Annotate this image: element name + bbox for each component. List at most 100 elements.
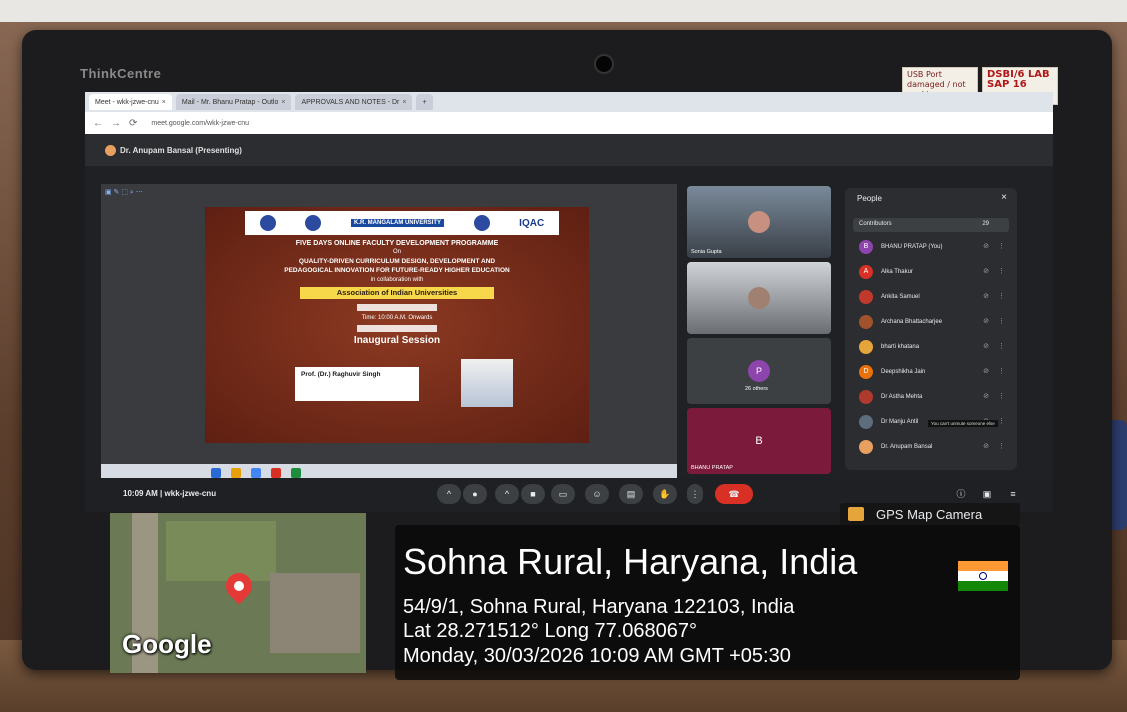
captions-icon[interactable]: ▭ [551, 484, 575, 504]
speaker-name: Prof. (Dr.) Raghuvir Singh [301, 371, 381, 378]
presenter-bar: Dr. Anupam Bansal (Presenting) [85, 134, 1053, 166]
folder-icon[interactable] [231, 468, 241, 478]
mic-off-icon[interactable]: ⊘ [983, 292, 989, 300]
slide-collab: in collaboration with [370, 277, 424, 283]
more-options-icon[interactable]: ⋮ [998, 442, 1005, 450]
more-options-icon[interactable]: ⋮ [998, 317, 1005, 325]
participant-name: Dr Astha Mehta [881, 394, 923, 400]
mic-icon[interactable]: ● [463, 484, 487, 504]
mic-off-icon[interactable]: ⊘ [983, 442, 989, 450]
more-options-icon[interactable]: ⋮ [687, 484, 703, 504]
map-field [166, 521, 276, 581]
more-options-icon[interactable]: ⋮ [998, 242, 1005, 250]
self-tile[interactable]: B BHANU PRATAP [687, 408, 831, 474]
reload-icon[interactable]: ⟳ [129, 118, 137, 129]
tab-mail[interactable]: Mail - Mr. Bhanu Pratap - Outlo × [175, 94, 292, 110]
activities-icon[interactable]: ≡ [1001, 484, 1025, 504]
slide-on: On [392, 249, 401, 255]
participant-video [748, 287, 770, 309]
camera-icon[interactable]: ■ [521, 484, 545, 504]
contributors-section[interactable]: Contributors 29 [853, 218, 1009, 232]
datetime: Monday, 30/03/2026 10:09 AM GMT +05:30 [403, 645, 791, 667]
mic-options-button[interactable]: ^ [437, 484, 461, 504]
end-call-button[interactable]: ☎ [715, 484, 753, 504]
meeting-time: 10:09 AM [123, 489, 158, 498]
participant-tile[interactable] [687, 262, 831, 334]
more-options-icon[interactable]: ⋮ [998, 267, 1005, 275]
participant-video [748, 211, 770, 233]
slide-topic-line: QUALITY-DRIVEN CURRICULUM DESIGN, DEVELO… [298, 258, 496, 265]
mic-off-icon[interactable]: ⊘ [983, 267, 989, 275]
presentation-slide: K.R. MANGALAM UNIVERSITY IQAC FIVE DAYS … [205, 207, 589, 443]
more-options-icon[interactable]: ⋮ [998, 367, 1005, 375]
speaker-photo [461, 359, 513, 407]
mic-off-icon[interactable]: ⊘ [983, 242, 989, 250]
tab-meet[interactable]: Meet - wkk-jzwe-cnu × [89, 94, 172, 110]
participant-row[interactable]: bharti khatana ⊘ ⋮ [859, 336, 1009, 358]
app-icon[interactable] [291, 468, 301, 478]
app-icon[interactable] [271, 468, 281, 478]
more-options-icon[interactable]: ⋮ [998, 417, 1005, 425]
logo-icon [259, 215, 276, 231]
info-icon[interactable]: ⓘ [949, 484, 973, 504]
participant-row[interactable]: B BHANU PRATAP (You) ⊘ ⋮ [859, 236, 1009, 258]
address: 54/9/1, Sohna Rural, Haryana 122103, Ind… [403, 596, 795, 618]
presenter-name: Dr. Anupam Bansal (Presenting) [120, 146, 242, 155]
mic-off-icon[interactable]: ⊘ [983, 367, 989, 375]
participant-tile[interactable]: Sonia Gupta [687, 186, 831, 258]
close-icon[interactable]: × [162, 99, 166, 106]
tab-approvals[interactable]: APPROVALS AND NOTES - Dr × [295, 94, 413, 110]
avatar [859, 390, 873, 404]
participant-row[interactable]: D Deepshikha Jain ⊘ ⋮ [859, 361, 1009, 383]
google-logo: Google [122, 629, 212, 659]
close-icon[interactable]: × [1001, 192, 1007, 203]
logo-icon [305, 215, 322, 231]
slide-session: Inaugural Session [353, 335, 441, 346]
participant-row[interactable]: A Alka Thakur ⊘ ⋮ [859, 261, 1009, 283]
back-icon[interactable]: ← [93, 118, 103, 129]
participant-name: BHANU PRATAP (You) [881, 244, 943, 250]
emoji-icon[interactable]: ☺ [585, 484, 609, 504]
chrome-icon[interactable] [251, 468, 261, 478]
participant-row[interactable]: Dr Astha Mehta ⊘ ⋮ [859, 386, 1009, 408]
coordinates: Lat 28.271512° Long 77.068067° [403, 620, 698, 642]
more-options-icon[interactable]: ⋮ [998, 292, 1005, 300]
participant-row[interactable]: Ankita Samuel ⊘ ⋮ [859, 286, 1009, 308]
browser-tab-bar: Meet - wkk-jzwe-cnu × Mail - Mr. Bhanu Pr… [85, 92, 1053, 112]
more-options-icon[interactable]: ⋮ [998, 342, 1005, 350]
place-name: Sohna Rural, Haryana, India [403, 541, 858, 582]
mic-off-icon[interactable]: ⊘ [983, 392, 989, 400]
location-overlay: Sohna Rural, Haryana, India 54/9/1, Sohn… [395, 525, 1020, 680]
people-title: People [857, 194, 882, 203]
camera-options-button[interactable]: ^ [495, 484, 519, 504]
tab-label: Mail - Mr. Bhanu Pratap - Outlo [181, 98, 279, 106]
participant-row[interactable]: Archana Bhattacharjee ⊘ ⋮ [859, 311, 1009, 333]
participant-name: Dr Manju Antil [881, 419, 919, 425]
mic-off-icon[interactable]: ⊘ [983, 342, 989, 350]
url-field[interactable]: meet.google.com/wkk-jzwe-cnu [151, 120, 249, 127]
participant-row[interactable]: Dr. Anupam Bansal ⊘ ⋮ [859, 436, 1009, 458]
slide-date-box [357, 325, 437, 332]
avatar [859, 290, 873, 304]
avatar: P [748, 360, 770, 382]
others-tile[interactable]: P 26 others [687, 338, 831, 404]
mic-off-icon[interactable]: ⊘ [983, 317, 989, 325]
close-icon[interactable]: × [402, 99, 406, 106]
new-tab-button[interactable]: + [416, 94, 433, 110]
raise-hand-icon[interactable]: ✋ [653, 484, 677, 504]
presentation-toolbar[interactable]: ▣ ✎ ⬚ ⌕ ⋯ [105, 188, 143, 197]
chat-icon[interactable]: ▣ [975, 484, 999, 504]
forward-icon[interactable]: → [111, 118, 121, 129]
contributors-count: 29 [982, 221, 989, 227]
avatar: A [859, 265, 873, 279]
india-flag-icon [958, 561, 1008, 591]
meeting-clock: 10:09 AM | wkk-jzwe-cnu [123, 489, 217, 498]
more-options-icon[interactable]: ⋮ [998, 392, 1005, 400]
gps-camera-label: GPS Map Camera [876, 507, 983, 522]
others-count: 26 others [745, 386, 768, 392]
start-icon[interactable] [211, 468, 221, 478]
avatar: B [859, 240, 873, 254]
slide-topic-line: PEDAGOGICAL INNOVATION FOR FUTURE-READY … [284, 267, 510, 274]
close-icon[interactable]: × [281, 99, 285, 106]
present-icon[interactable]: ▤ [619, 484, 643, 504]
